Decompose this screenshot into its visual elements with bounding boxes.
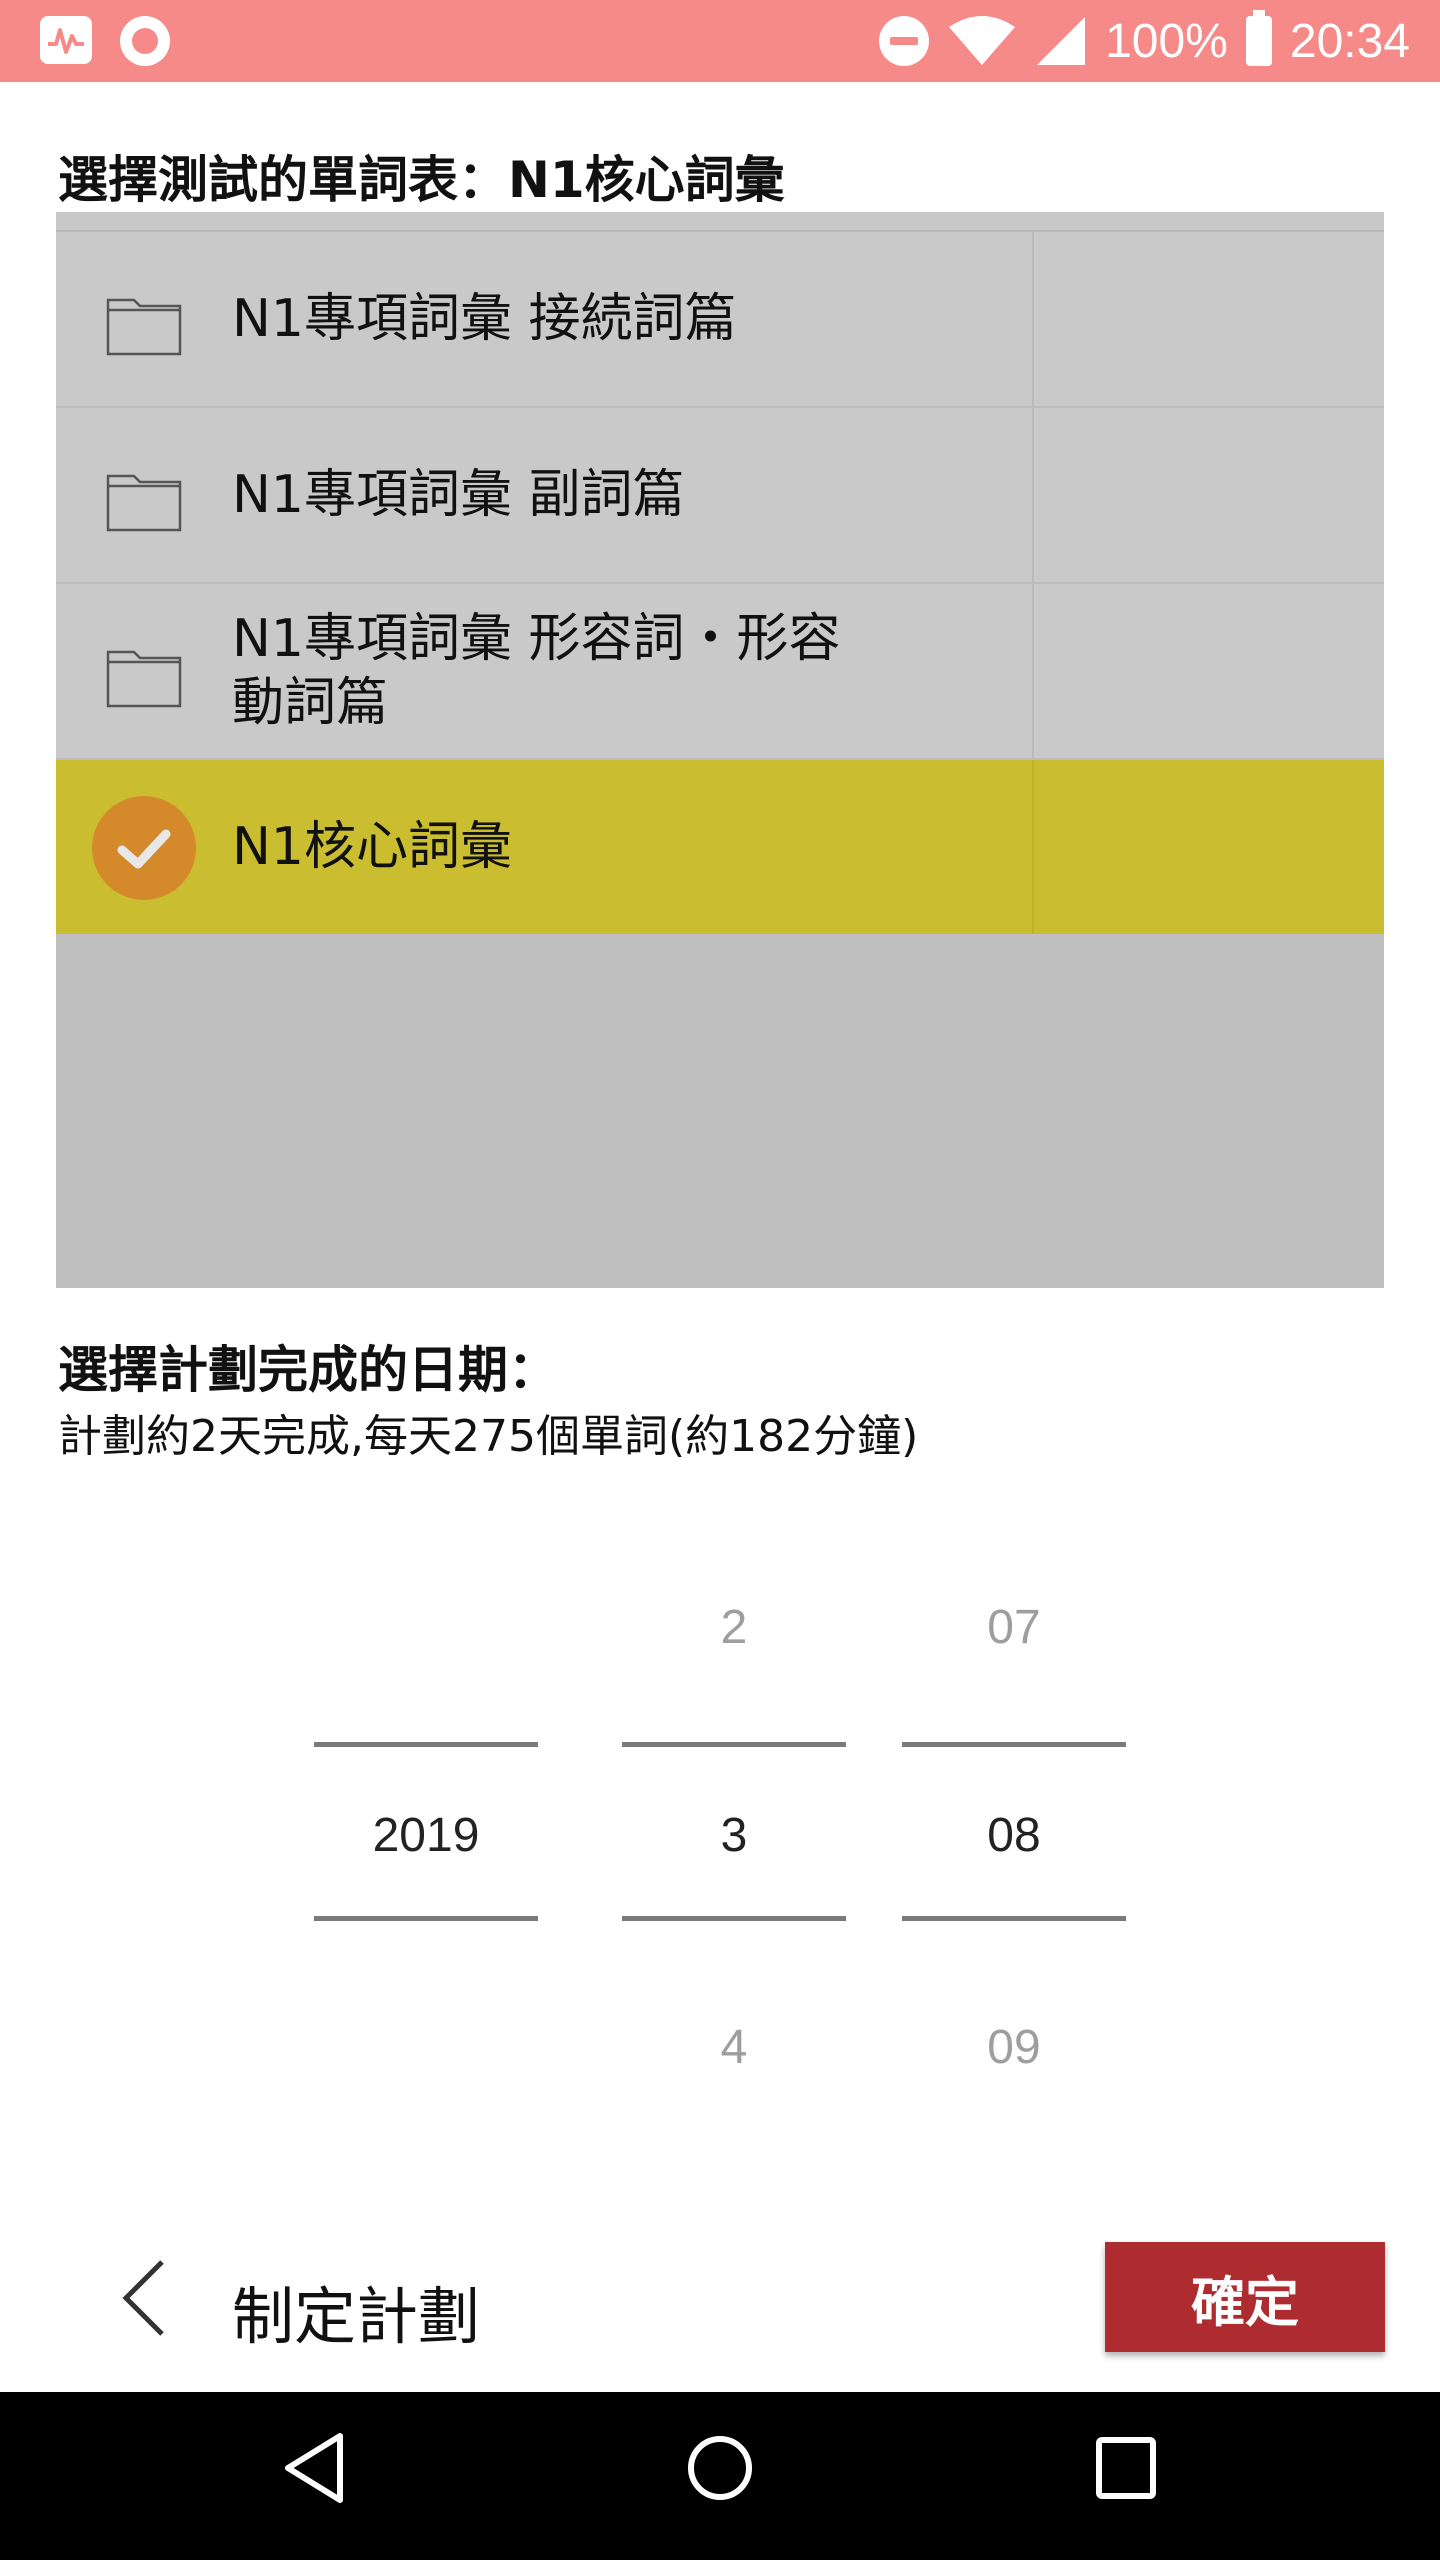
nav-back-icon[interactable]: [282, 2432, 346, 2504]
month-current[interactable]: 3: [622, 1808, 846, 1863]
list-item-adverbs[interactable]: N1專項詞彙 副詞篇: [56, 408, 1384, 584]
month-prev[interactable]: 2: [622, 1600, 846, 1655]
bottom-bar-title: 制定計劃: [232, 2280, 481, 2353]
folder-icon: [106, 650, 182, 708]
wordlist-section-title: 選擇測試的單詞表：N1核心詞彙: [58, 151, 785, 209]
day-next[interactable]: 09: [902, 2020, 1126, 2075]
plan-section-title: 選擇計劃完成的日期：: [58, 1341, 558, 1399]
chevron-left-icon[interactable]: [118, 2258, 168, 2338]
svg-text:×: ×: [991, 46, 1009, 67]
battery-percent: 100%: [1105, 14, 1228, 68]
check-icon: [92, 796, 196, 900]
day-picker[interactable]: 07 08 09: [902, 1560, 1126, 2120]
activity-icon: [40, 16, 92, 64]
record-icon: [120, 16, 170, 66]
year-current[interactable]: 2019: [314, 1808, 538, 1863]
nav-home-icon[interactable]: [686, 2432, 754, 2504]
year-picker[interactable]: 2019: [314, 1560, 538, 2120]
navigation-bar: [0, 2392, 1440, 2560]
confirm-button[interactable]: 確定: [1105, 2242, 1385, 2352]
list-item-conjunctions[interactable]: N1專項詞彙 接続詞篇: [56, 232, 1384, 408]
list-item-adjectives[interactable]: N1專項詞彙 形容詞・形容動詞篇: [56, 584, 1384, 760]
battery-charging-icon: [1245, 10, 1272, 66]
day-prev[interactable]: 07: [902, 1600, 1126, 1655]
list-item-label: N1專項詞彙 接続詞篇: [232, 289, 737, 349]
do-not-disturb-icon: [879, 16, 930, 66]
list-item-label: N1專項詞彙 形容詞・形容動詞篇: [232, 609, 841, 733]
month-next[interactable]: 4: [622, 2020, 846, 2075]
list-item-n1-core[interactable]: N1核心詞彙: [56, 760, 1384, 934]
status-bar: × 100% 20:34: [0, 0, 1440, 82]
wordlist-list[interactable]: N1專項詞彙 接続詞篇 N1專項詞彙 副詞篇 N1專項詞彙 形容詞・形容動詞篇 …: [56, 212, 1384, 1288]
wifi-icon: ×: [949, 16, 1016, 67]
folder-icon: [106, 474, 182, 532]
folder-icon: [106, 298, 182, 356]
clock: 20:34: [1289, 14, 1410, 68]
signal-icon: [1037, 17, 1086, 65]
plan-summary: 計劃約2天完成,每天275個單詞(約182分鐘): [58, 1411, 919, 1462]
list-item-label: N1核心詞彙: [232, 817, 512, 877]
nav-recents-icon[interactable]: [1094, 2432, 1158, 2504]
day-current[interactable]: 08: [902, 1808, 1126, 1863]
month-picker[interactable]: 2 3 4: [622, 1560, 846, 2120]
list-item-label: N1專項詞彙 副詞篇: [232, 465, 685, 525]
